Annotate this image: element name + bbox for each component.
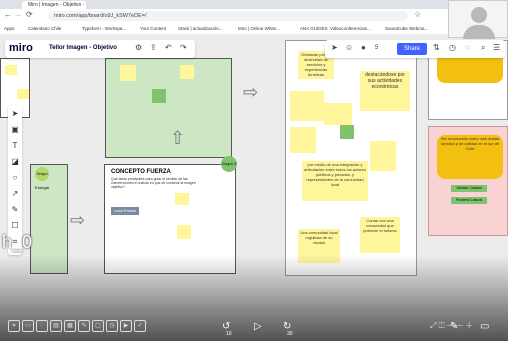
video-icon[interactable]: ▶ xyxy=(120,320,132,332)
cards-icon[interactable]: ▦ xyxy=(64,320,76,332)
bookmark[interactable]: Videoconferencias... xyxy=(330,23,371,34)
sticky-note[interactable] xyxy=(290,91,324,121)
address-bar[interactable]: miro.com/app/board/o9J_kSW7eDE=/ xyxy=(48,11,408,21)
select-tool-icon[interactable]: ➤ xyxy=(10,109,20,119)
sticky-note[interactable]: destacándose por sus actividades económi… xyxy=(360,71,410,111)
sticky-note[interactable] xyxy=(120,65,136,81)
frame-description: Qué ideas principales para guiar el sent… xyxy=(111,177,196,189)
sticky-note[interactable] xyxy=(290,127,316,153)
sticky-note[interactable] xyxy=(175,193,189,205)
pip-icon[interactable]: ▭ xyxy=(480,321,489,332)
bookmark[interactable]: Stack | actualización... xyxy=(178,23,223,34)
tag-label: Gestión Cultural xyxy=(451,185,487,192)
zoom-controls[interactable]: ⤢ ◫ ━━ ＋ xyxy=(430,320,473,331)
webcam-thumbnail xyxy=(448,0,508,39)
sticky-note[interactable] xyxy=(180,65,194,79)
sticky-note[interactable] xyxy=(324,103,352,125)
arrow-right-icon: ⇨ xyxy=(243,82,259,102)
browser-tab[interactable]: Miro | Imagen - Objetivo - mir xyxy=(22,1,86,9)
search-icon[interactable]: ⌕ xyxy=(481,43,485,53)
miro-collab-toolbar: ➤ ☺ ● 5 Share ⇅ ◷ ◌ ⌕ ☰ xyxy=(325,40,505,58)
tag-label: Frontera Cultural xyxy=(451,197,487,204)
frame-right-pink[interactable]: Ser reconocida como una ciudad turística… xyxy=(428,126,508,236)
bookmark[interactable]: Typeform - Workspa... xyxy=(82,23,126,34)
template-tool-icon[interactable]: ▣ xyxy=(10,125,20,135)
bookmark-apps[interactable]: Apps xyxy=(4,23,14,34)
grid-icon[interactable]: ⌗ xyxy=(8,320,20,332)
avatar-body xyxy=(463,25,495,39)
sticky-note[interactable] xyxy=(370,141,396,171)
frame-title: CONCEPTO FUERZA xyxy=(111,169,171,175)
back-icon[interactable]: ← xyxy=(4,10,12,19)
comments-icon[interactable]: ◌ xyxy=(36,320,48,332)
frames-icon[interactable]: ▭ xyxy=(22,320,34,332)
bookmark[interactable]: Calendario Chile xyxy=(28,23,61,34)
chat-icon[interactable]: ◌ xyxy=(465,43,470,52)
sticky-note[interactable]: Ser reconocida como una ciudad turística… xyxy=(437,135,503,179)
avatar-head xyxy=(471,7,487,23)
play-icon[interactable]: ▷ xyxy=(254,321,262,332)
bookmark[interactable]: Soundcube Webma... xyxy=(385,23,428,34)
note-label[interactable]: Lead Parkas xyxy=(111,207,139,215)
board-name[interactable]: Tellor Imagen - Objetivo xyxy=(49,45,117,51)
frame-green-top[interactable] xyxy=(105,58,232,158)
cursor-icon[interactable]: ➤ xyxy=(331,43,338,52)
arrow-right-icon: ⇨ xyxy=(70,210,86,230)
screen-icon[interactable]: ▢ xyxy=(92,320,104,332)
arrow-up-icon: ⇧ xyxy=(170,128,186,148)
video-watermark: h_0 xyxy=(2,232,33,252)
bookmark[interactable]: Miro | Online White... xyxy=(238,23,280,34)
upload-icon[interactable]: ⇪ xyxy=(150,43,157,52)
vote-icon[interactable]: ✓ xyxy=(134,320,146,332)
shape-tool-icon[interactable]: ○ xyxy=(10,173,20,183)
text-tool-icon[interactable]: T xyxy=(10,141,20,151)
sticky-note[interactable] xyxy=(17,89,29,99)
group-badge: Grupo 3 xyxy=(221,156,237,172)
filter-icon[interactable]: ⇅ xyxy=(433,43,440,52)
redo-icon[interactable]: ↷ xyxy=(180,43,187,52)
users-icon[interactable]: ● xyxy=(361,43,366,52)
timer-icon[interactable]: ◷ xyxy=(106,320,118,332)
bookmark[interactable]: Your Content xyxy=(140,23,166,34)
pen-icon[interactable]: ✎ xyxy=(78,320,90,332)
timer-icon[interactable]: ◷ xyxy=(449,43,456,52)
star-icon[interactable]: ☆ xyxy=(414,10,421,19)
sticky-note[interactable] xyxy=(340,125,354,139)
collaborator-count: 5 xyxy=(375,45,379,51)
frame-main[interactable]: Destacan por su diversidad de servicios … xyxy=(285,40,417,276)
miro-logo[interactable]: miro xyxy=(9,42,33,54)
sticky-note[interactable]: por medio de una integración y articulac… xyxy=(302,161,368,201)
reaction-icon[interactable]: ☺ xyxy=(345,43,353,52)
forward-icon[interactable]: → xyxy=(14,10,22,19)
group-badge: Grupo Energia xyxy=(35,167,49,190)
sticky-note[interactable] xyxy=(177,225,191,239)
rewind-seconds: 10 xyxy=(226,331,232,337)
sticky-note[interactable] xyxy=(152,89,166,103)
menu-icon[interactable]: ☰ xyxy=(493,43,500,52)
share-button[interactable]: Share xyxy=(397,43,427,55)
miro-top-toolbar: miro Tellor Imagen - Objetivo ⚙ ⇪ ↶ ↷ xyxy=(5,40,195,58)
pen-tool-icon[interactable]: ✎ xyxy=(10,205,20,215)
sticky-note[interactable] xyxy=(5,65,17,75)
sticky-tool-icon[interactable]: ◪ xyxy=(10,157,20,167)
connector-tool-icon[interactable]: ↗ xyxy=(10,189,20,199)
sticky-note[interactable]: Contar con una comunidad que potencie el… xyxy=(360,217,400,253)
comment-tool-icon[interactable]: ☐ xyxy=(10,221,20,231)
reload-icon[interactable]: ⟳ xyxy=(26,10,33,19)
bookmark[interactable]: ANA GUIDES xyxy=(300,23,328,34)
settings-icon[interactable]: ⚙ xyxy=(135,43,142,52)
undo-icon[interactable]: ↶ xyxy=(165,43,172,52)
forward-seconds: 30 xyxy=(287,331,293,337)
miro-bottom-toolbar: ⌗ ▭ ◌ ▤ ▦ ✎ ▢ ◷ ▶ ✓ xyxy=(8,320,158,336)
layers-icon[interactable]: ▤ xyxy=(50,320,62,332)
